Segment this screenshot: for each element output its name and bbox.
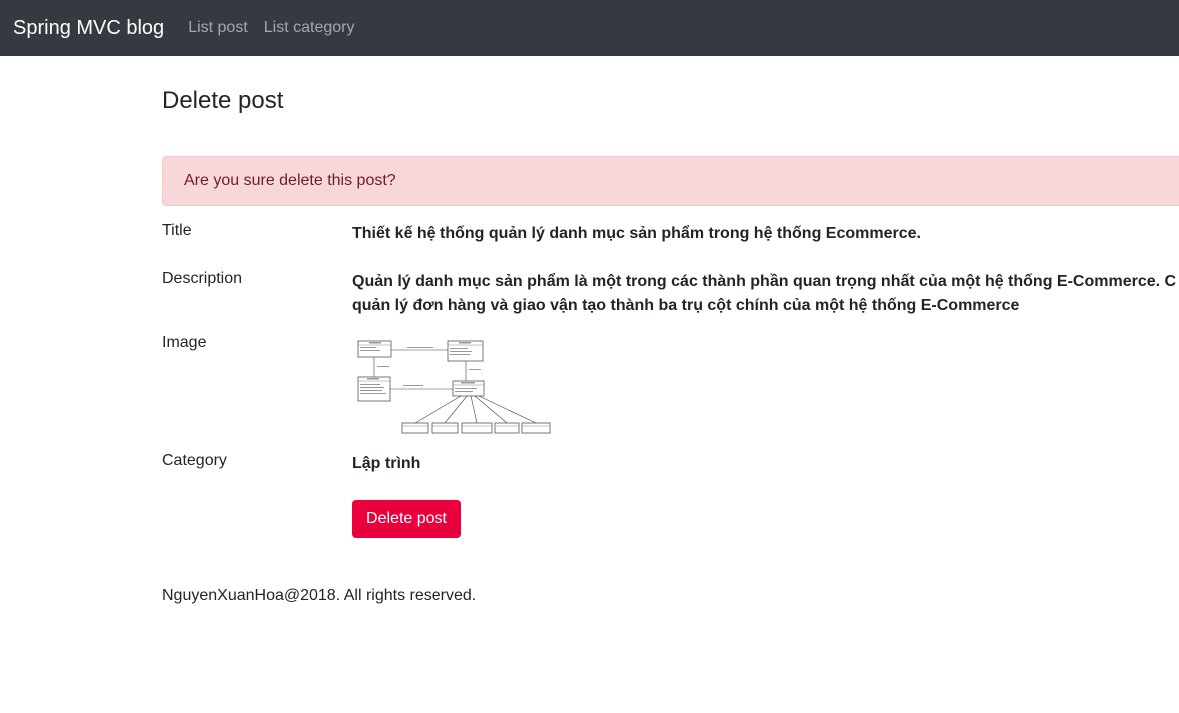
category-value: Lập trình — [352, 455, 421, 472]
image-label: Image — [162, 334, 207, 351]
nav-link-list-category[interactable]: List category — [264, 19, 355, 37]
delete-post-button[interactable]: Delete post — [352, 500, 461, 538]
nav-link-list-post[interactable]: List post — [188, 19, 248, 37]
description-line-1: Quản lý danh mục sản phẩm là một trong c… — [352, 273, 1177, 290]
navbar: Spring MVC blog List post List category — [0, 0, 1179, 56]
alert-text: Are you sure delete this post? — [184, 172, 396, 189]
description-line-2: quản lý đơn hàng và giao vận tạo thành b… — [352, 297, 1020, 314]
page-title: Delete post — [162, 87, 284, 114]
post-image-uml-diagram — [357, 337, 551, 437]
description-label: Description — [162, 270, 243, 287]
brand-link[interactable]: Spring MVC blog — [13, 17, 164, 40]
confirm-alert: Are you sure delete this post? — [162, 156, 1179, 206]
description-value: Quản lý danh mục sản phẩm là một trong c… — [352, 270, 1179, 318]
title-value: Thiết kế hệ thống quản lý danh mục sản p… — [352, 225, 921, 242]
title-label: Title — [162, 222, 192, 239]
footer-text: NguyenXuanHoa@2018. All rights reserved. — [162, 587, 477, 604]
category-label: Category — [162, 452, 227, 469]
